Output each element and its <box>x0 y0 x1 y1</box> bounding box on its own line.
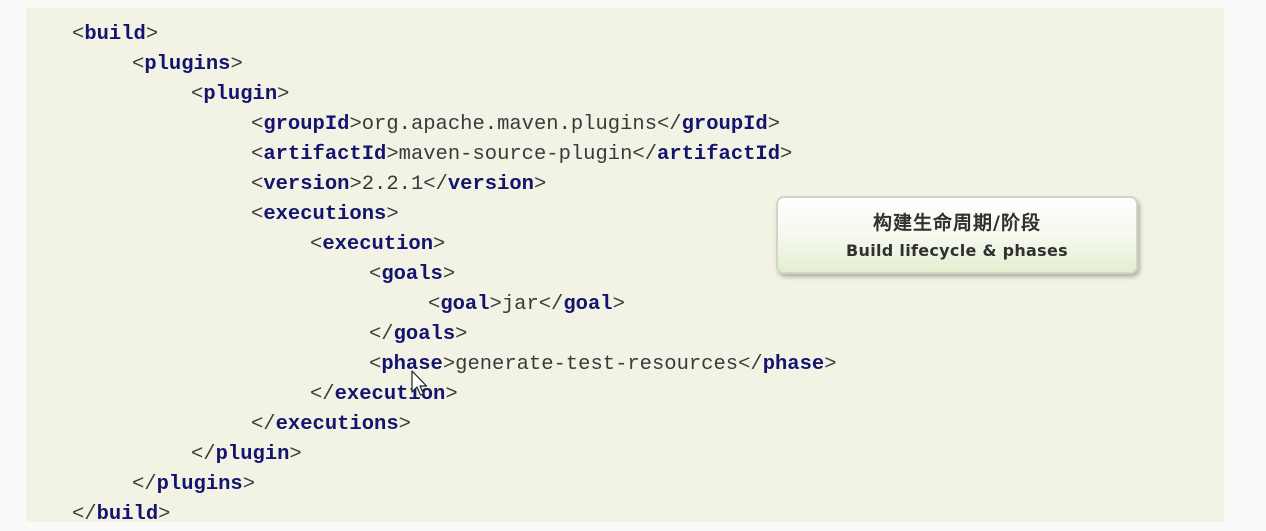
code-line-version: <version>2.2.1</version> <box>251 170 546 200</box>
bracket: </ <box>657 113 682 136</box>
code-line-goals-open: <goals> <box>369 260 455 290</box>
bracket: > <box>289 443 302 466</box>
tag-execution: execution <box>322 233 434 256</box>
tag-plugin: plugin <box>203 83 278 106</box>
bracket: < <box>251 143 264 166</box>
bracket: > <box>433 233 446 256</box>
callout-title-english: Build lifecycle & phases <box>846 241 1068 260</box>
bracket: > <box>386 203 399 226</box>
code-line-groupid: <groupId>org.apache.maven.plugins</group… <box>251 110 780 140</box>
bracket: > <box>386 143 399 166</box>
code-line-build-close: </build> <box>72 500 170 530</box>
tag-goals: goals <box>381 263 443 286</box>
bracket: < <box>251 203 264 226</box>
code-line-plugin-open: <plugin> <box>191 80 289 110</box>
bracket: < <box>132 53 145 76</box>
bracket: < <box>428 293 441 316</box>
bracket: > <box>489 293 502 316</box>
code-line-artifactid: <artifactId>maven-source-plugin</artifac… <box>251 140 792 170</box>
bracket: < <box>369 353 382 376</box>
tag-execution-close: execution <box>334 383 446 406</box>
bracket: > <box>455 323 468 346</box>
bracket: </ <box>632 143 658 166</box>
code-line-phase: <phase>generate-test-resources</phase> <box>369 350 837 380</box>
bracket: </ <box>538 293 564 316</box>
phase-value: generate-test-resources <box>455 353 739 376</box>
tag-executions: executions <box>263 203 387 226</box>
tag-executions-close: executions <box>275 413 399 436</box>
bracket: > <box>145 23 159 46</box>
bracket: </ <box>132 473 157 496</box>
code-line-execution-close: </execution> <box>310 380 458 410</box>
bracket: < <box>191 83 204 106</box>
callout-title-chinese: 构建生命周期/阶段 <box>873 212 1041 234</box>
bracket: > <box>780 143 793 166</box>
bracket: > <box>612 293 625 316</box>
code-line-goal: <goal>jar</goal> <box>428 290 625 320</box>
code-line-plugins-close: </plugins> <box>132 470 255 500</box>
bracket: </ <box>310 383 335 406</box>
tag-plugins-close: plugins <box>156 473 243 496</box>
version-value: 2.2.1 <box>361 173 424 196</box>
code-line-build-open: <build> <box>72 20 158 50</box>
code-line-plugins-open: <plugins> <box>132 50 243 80</box>
code-line-plugin-close: </plugin> <box>191 440 302 470</box>
tag-groupid-close: groupId <box>681 113 768 136</box>
tag-version-close: version <box>447 173 534 196</box>
tag-build-close: build <box>96 503 159 526</box>
artifactid-value: maven-source-plugin <box>398 143 633 166</box>
tag-artifactid: artifactId <box>263 143 387 166</box>
goal-value: jar <box>501 293 539 316</box>
tag-version: version <box>263 173 350 196</box>
bracket: </ <box>251 413 276 436</box>
bracket: </ <box>191 443 216 466</box>
bracket: </ <box>369 323 394 346</box>
tag-artifactid-close: artifactId <box>657 143 781 166</box>
bracket: > <box>230 53 243 76</box>
lifecycle-callout-box: 构建生命周期/阶段 Build lifecycle & phases <box>776 196 1138 274</box>
bracket: > <box>158 503 171 526</box>
bracket: < <box>369 263 382 286</box>
bracket: > <box>767 113 781 136</box>
tag-goal-close: goal <box>563 293 613 316</box>
bracket: > <box>349 173 362 196</box>
code-line-executions-open: <executions> <box>251 200 399 230</box>
bracket: > <box>398 413 411 436</box>
code-line-execution-open: <execution> <box>310 230 445 260</box>
code-line-goals-close: </goals> <box>369 320 467 350</box>
bracket: > <box>349 113 362 136</box>
bracket: > <box>242 473 256 496</box>
mouse-pointer-icon <box>411 370 428 396</box>
bracket: < <box>251 113 264 136</box>
tag-phase-close: phase <box>762 353 825 376</box>
tag-build: build <box>84 23 146 46</box>
bracket: </ <box>423 173 448 196</box>
bracket: > <box>277 83 290 106</box>
bracket: > <box>442 263 456 286</box>
bracket: < <box>72 23 85 46</box>
bracket: </ <box>72 503 97 526</box>
groupid-value: org.apache.maven.plugins <box>361 113 657 136</box>
tag-groupid: groupId <box>263 113 350 136</box>
tag-goals-close: goals <box>393 323 456 346</box>
code-line-executions-close: </executions> <box>251 410 411 440</box>
bracket: < <box>251 173 264 196</box>
bracket: > <box>824 353 837 376</box>
bracket: </ <box>738 353 763 376</box>
bracket: > <box>445 383 458 406</box>
tag-plugin-close: plugin <box>215 443 290 466</box>
bracket: < <box>310 233 323 256</box>
bracket: > <box>534 173 547 196</box>
tag-goal: goal <box>440 293 490 316</box>
tag-plugins: plugins <box>144 53 231 76</box>
bracket: > <box>442 353 456 376</box>
